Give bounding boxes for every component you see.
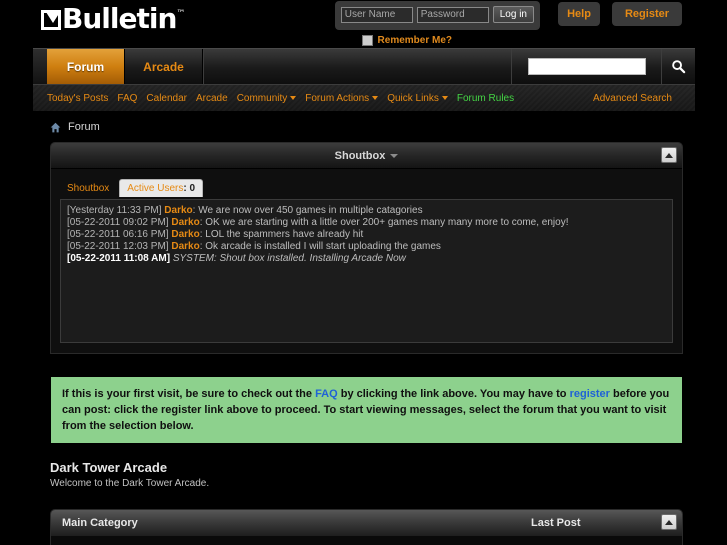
shoutbox-panel: Shoutbox Shoutbox Active Users: 0 [Yeste…	[50, 142, 683, 354]
chevron-down-icon[interactable]	[390, 153, 399, 158]
tab-forum[interactable]: Forum	[47, 49, 125, 84]
link-arcade[interactable]: Arcade	[196, 93, 228, 104]
link-calendar[interactable]: Calendar	[146, 93, 187, 104]
shout-timestamp: [Yesterday 11:33 PM]	[67, 205, 162, 216]
login-form: Log in	[334, 1, 540, 30]
shout-message: [Yesterday 11:33 PM] Darko: We are now o…	[67, 205, 666, 217]
tab-arcade[interactable]: Arcade	[125, 49, 203, 84]
link-forum-actions-label: Forum Actions	[305, 92, 370, 104]
vbulletin-logo-mark	[41, 10, 61, 30]
link-forum-rules[interactable]: Forum Rules	[457, 93, 514, 104]
category-table: Main Category Last Post	[50, 509, 683, 545]
home-icon[interactable]	[50, 122, 61, 133]
link-faq[interactable]: FAQ	[117, 93, 137, 104]
page-root: Bulletin™ Log in Remember Me? Help Regis…	[0, 0, 727, 545]
shoutbox-panel-body: Shoutbox Active Users: 0 [Yesterday 11:3…	[51, 169, 682, 353]
notice-faq-link[interactable]: FAQ	[315, 388, 338, 400]
shout-message: [05-22-2011 06:16 PM] Darko: LOL the spa…	[67, 229, 666, 241]
notice-part-1: If this is your first visit, be sure to …	[62, 388, 316, 400]
link-advanced-search[interactable]: Advanced Search	[593, 93, 672, 104]
breadcrumb-item-forum[interactable]: Forum	[68, 121, 100, 133]
shout-username[interactable]: Darko	[171, 229, 199, 240]
category-table-body	[51, 536, 682, 545]
shout-text: : Ok arcade is installed I will start up…	[199, 241, 441, 252]
notice-register-link[interactable]: register	[570, 388, 610, 400]
help-button[interactable]: Help	[558, 2, 600, 26]
shoutbox-tab-active-users-label: Active Users	[127, 183, 184, 194]
chevron-down-icon	[372, 95, 379, 100]
shout-timestamp: [05-22-2011 12:03 PM]	[67, 241, 169, 252]
secondary-link-bar: Today's Posts FAQ Calendar Arcade Commun…	[33, 84, 695, 112]
page-subtitle: Welcome to the Dark Tower Arcade.	[50, 478, 210, 489]
header-search	[511, 49, 661, 84]
remember-me-label: Remember Me?	[377, 35, 452, 46]
search-input[interactable]	[527, 58, 646, 75]
shout-text: : LOL the spammers have already hit	[199, 229, 364, 240]
column-header-last-post: Last Post	[531, 517, 581, 529]
chevron-down-icon	[290, 95, 297, 100]
forum-heading-block: Dark Tower Arcade Welcome to the Dark To…	[50, 460, 683, 489]
shout-username[interactable]: Darko	[171, 241, 199, 252]
vbulletin-logo: Bulletin™	[41, 2, 185, 35]
site-header: Bulletin™ Log in Remember Me? Help Regis…	[33, 0, 695, 48]
shout-timestamp: [05-22-2011 06:16 PM]	[67, 229, 169, 240]
vbulletin-logo-text: Bulletin	[62, 2, 177, 35]
remember-me-checkbox[interactable]	[361, 35, 373, 46]
link-quick-links-label: Quick Links	[387, 92, 439, 104]
link-community[interactable]: Community	[237, 93, 297, 104]
link-todays-posts[interactable]: Today's Posts	[47, 93, 108, 104]
page-inner: Bulletin™ Log in Remember Me? Help Regis…	[33, 0, 695, 545]
shoutbox-panel-title: Shoutbox	[334, 149, 386, 162]
link-quick-links[interactable]: Quick Links	[387, 93, 448, 104]
first-visit-notice: If this is your first visit, be sure to …	[50, 376, 683, 444]
shout-timestamp: [05-22-2011 09:02 PM]	[67, 217, 169, 228]
link-community-label: Community	[236, 92, 288, 104]
chevron-down-icon	[441, 95, 448, 100]
register-button[interactable]: Register	[612, 2, 682, 26]
search-submit-button[interactable]	[661, 49, 695, 84]
nav-tab-spacer	[203, 49, 511, 84]
shout-username[interactable]: Darko	[164, 205, 192, 216]
shoutbox-tabs: Shoutbox Active Users: 0	[60, 177, 673, 197]
link-forum-actions[interactable]: Forum Actions	[305, 92, 379, 104]
magnifier-icon	[672, 60, 686, 74]
shoutbox-tab-active-users[interactable]: Active Users: 0	[119, 179, 204, 197]
page-title: Dark Tower Arcade	[50, 460, 168, 475]
notice-part-2: by clicking the link above. You may have…	[337, 388, 570, 400]
shoutbox-panel-header: Shoutbox	[51, 143, 682, 169]
category-table-header: Main Category Last Post	[51, 510, 682, 536]
shout-timestamp: [05-22-2011 11:08 AM]	[67, 253, 171, 264]
shoutbox-tab-shoutbox[interactable]: Shoutbox	[60, 180, 116, 197]
collapse-toggle-button[interactable]	[661, 147, 677, 163]
shout-message: [05-22-2011 09:02 PM] Darko: OK we are s…	[67, 217, 666, 229]
active-users-count: : 0	[183, 183, 196, 194]
category-collapse-toggle-button[interactable]	[661, 514, 677, 530]
shout-text: : We are now over 450 games in multiple …	[192, 205, 423, 216]
remember-me-row[interactable]: Remember Me?	[361, 35, 452, 46]
password-input[interactable]	[416, 6, 489, 23]
breadcrumb: Forum	[33, 112, 695, 142]
shout-message-system: [05-22-2011 11:08 AM] SYSTEM: Shout box …	[67, 253, 666, 265]
login-button[interactable]: Log in	[492, 6, 534, 23]
nav-tab-bar: Forum Arcade	[33, 48, 695, 84]
shout-message: [05-22-2011 12:03 PM] Darko: Ok arcade i…	[67, 241, 666, 253]
username-input[interactable]	[340, 6, 413, 23]
shout-text: SYSTEM: Shout box installed. Installing …	[172, 253, 406, 264]
trademark-symbol: ™	[176, 9, 185, 19]
shoutbox-message-list[interactable]: [Yesterday 11:33 PM] Darko: We are now o…	[60, 199, 673, 343]
shout-text: : OK we are starting with a little over …	[199, 217, 569, 228]
shout-username[interactable]: Darko	[171, 217, 199, 228]
column-header-main-category: Main Category	[62, 517, 138, 529]
